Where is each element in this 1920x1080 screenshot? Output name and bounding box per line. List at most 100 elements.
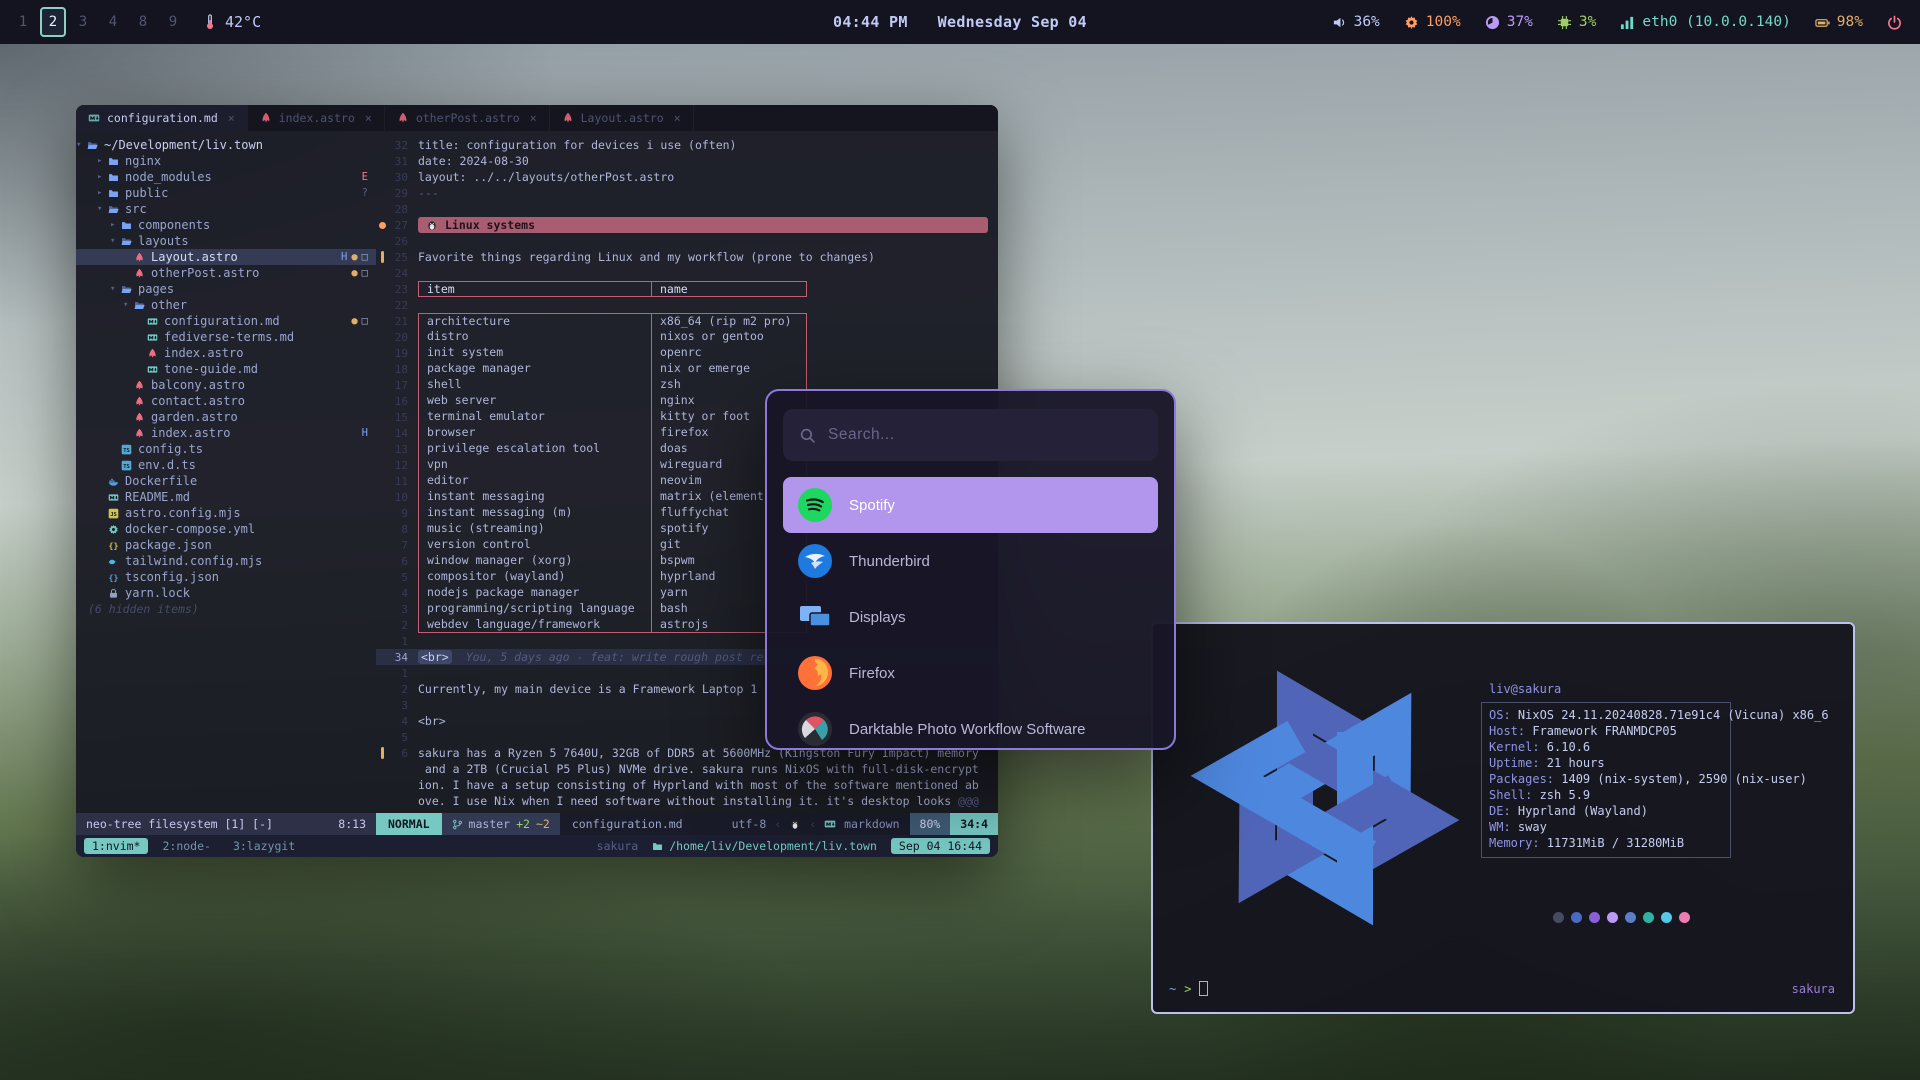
chevron-down-icon: ▾ — [110, 284, 121, 294]
workspace-9[interactable]: 9 — [160, 7, 186, 37]
tree-item-label: package.json — [125, 538, 212, 552]
launcher-item-firefox[interactable]: Firefox — [783, 645, 1158, 701]
tree-item-label: index.astro — [151, 426, 230, 440]
tree-item-badges: H●□ — [341, 251, 368, 263]
editor-line: 27Linux systems — [376, 217, 998, 233]
folder-icon — [108, 172, 119, 183]
tree-item-fediverse-terms.md[interactable]: fediverse-terms.md — [76, 329, 376, 345]
launcher-item-spotify[interactable]: Spotify — [783, 477, 1158, 533]
tree-item-otherPost.astro[interactable]: otherPost.astro●□ — [76, 265, 376, 281]
markdown-icon — [147, 332, 158, 343]
tab-index.astro[interactable]: index.astro× — [248, 105, 385, 131]
tree-item-balcony.astro[interactable]: balcony.astro — [76, 377, 376, 393]
tmux-session-name: sakura — [597, 839, 639, 853]
tree-item-Dockerfile[interactable]: Dockerfile — [76, 473, 376, 489]
gear-icon — [1404, 15, 1419, 30]
network-module[interactable]: eth0 (10.0.0.140) — [1620, 14, 1790, 30]
close-icon[interactable]: × — [365, 111, 372, 125]
tree-item-docker-compose.yml[interactable]: docker-compose.yml — [76, 521, 376, 537]
tree-item-pages[interactable]: ▾pages — [76, 281, 376, 297]
tree-item-index.astro[interactable]: index.astro — [76, 345, 376, 361]
git-changed: ~2 — [536, 817, 550, 831]
tree-item-public[interactable]: ▸public? — [76, 185, 376, 201]
tmux-window-1:nvim*[interactable]: 1:nvim* — [84, 838, 148, 854]
tmux-window-3:lazygit[interactable]: 3:lazygit — [225, 838, 303, 854]
tree-item-src[interactable]: ▾src — [76, 201, 376, 217]
workspace-1[interactable]: 1 — [10, 7, 36, 37]
tree-item-tailwind.config.mjs[interactable]: tailwind.config.mjs — [76, 553, 376, 569]
line-number: 26 — [388, 235, 418, 248]
tree-item-components[interactable]: ▸components — [76, 217, 376, 233]
tree-root[interactable]: ▾ ~/Development/liv.town — [76, 137, 376, 153]
cpu-module[interactable]: 3% — [1557, 14, 1596, 30]
power-module[interactable] — [1887, 15, 1902, 30]
tree-item-configuration.md[interactable]: configuration.md●□ — [76, 313, 376, 329]
launcher-item-thunderbird[interactable]: Thunderbird — [783, 533, 1158, 589]
workspace-8[interactable]: 8 — [130, 7, 156, 37]
tree-item-env.d.ts[interactable]: TSenv.d.ts — [76, 457, 376, 473]
tree-item-layouts[interactable]: ▾layouts — [76, 233, 376, 249]
search-input[interactable]: Search... — [783, 409, 1158, 461]
battery-module[interactable]: 98% — [1815, 14, 1863, 30]
launcher-item-label: Darktable Photo Workflow Software — [849, 721, 1086, 738]
table-row: init systemopenrc — [418, 345, 807, 361]
tree-item-yarn.lock[interactable]: yarn.lock — [76, 585, 376, 601]
close-icon[interactable]: × — [530, 111, 537, 125]
tmux-window-2:node-[interactable]: 2:node- — [154, 838, 218, 854]
editor-line: 24 — [376, 265, 998, 281]
launcher-item-darktable-photo-workflow-software[interactable]: Darktable Photo Workflow Software — [783, 701, 1158, 750]
tab-label: otherPost.astro — [416, 111, 520, 125]
tree-item-README.md[interactable]: README.md — [76, 489, 376, 505]
shell-prompt[interactable]: ~ > — [1169, 981, 1208, 996]
tree-item-nginx[interactable]: ▸nginx — [76, 153, 376, 169]
tree-item-tsconfig.json[interactable]: {}tsconfig.json — [76, 569, 376, 585]
volume-module[interactable]: 36% — [1332, 14, 1380, 30]
astro-icon — [134, 268, 145, 279]
tree-item-node_modules[interactable]: ▸node_modulesE — [76, 169, 376, 185]
tab-Layout.astro[interactable]: Layout.astro× — [550, 105, 694, 131]
close-icon[interactable]: × — [674, 111, 681, 125]
tree-item-Layout.astro[interactable]: Layout.astroH●□ — [76, 249, 376, 265]
brightness-module[interactable]: 100% — [1404, 14, 1461, 30]
separator: ‹ — [809, 817, 816, 831]
tree-item-astro.config.mjs[interactable]: JSastro.config.mjs — [76, 505, 376, 521]
memory-module[interactable]: 37% — [1485, 14, 1533, 30]
tree-item-package.json[interactable]: {} package.json — [76, 537, 376, 553]
folder-open-icon — [108, 204, 119, 215]
table-row: editorneovim — [418, 473, 807, 489]
workspace-4[interactable]: 4 — [100, 7, 126, 37]
tree-item-other[interactable]: ▾other — [76, 297, 376, 313]
launcher-item-displays[interactable]: Displays — [783, 589, 1158, 645]
tree-item-tone-guide.md[interactable]: tone-guide.md — [76, 361, 376, 377]
close-icon[interactable]: × — [228, 111, 235, 125]
tree-item-label: contact.astro — [151, 394, 245, 408]
tab-otherPost.astro[interactable]: otherPost.astro × — [385, 105, 550, 131]
folder-open-icon — [121, 236, 132, 247]
chevron-right-icon: ▸ — [97, 156, 108, 166]
table-row: terminal emulatorkitty or foot — [418, 409, 807, 425]
tab-configuration.md[interactable]: configuration.md× — [76, 105, 248, 131]
workspace-3[interactable]: 3 — [70, 7, 96, 37]
tree-item-label: otherPost.astro — [151, 266, 259, 280]
line-number: 9 — [388, 507, 418, 520]
tree-item-badges: ? — [362, 187, 368, 199]
svg-text:{}: {} — [109, 572, 119, 582]
tree-item-contact.astro[interactable]: contact.astro — [76, 393, 376, 409]
editor-line: 32title: configuration for devices i use… — [376, 137, 998, 153]
editor-line: 21architecturex86_64 (rip m2 pro) — [376, 313, 998, 329]
json-icon: {} — [108, 540, 119, 551]
editor-line: 23itemname — [376, 281, 998, 297]
tree-item-config.ts[interactable]: TSconfig.ts — [76, 441, 376, 457]
fetch-info-row: Memory: 11731MiB / 31280MiB — [1489, 836, 1829, 852]
folder-open-icon — [134, 300, 145, 311]
neotree-status-label: neo-tree filesystem [1] [-] — [86, 817, 273, 831]
tree-item-garden.astro[interactable]: garden.astro — [76, 409, 376, 425]
tree-item-label: Dockerfile — [125, 474, 197, 488]
editor-line: 19init systemopenrc — [376, 345, 998, 361]
table-row: webdev language/frameworkastrojs — [418, 617, 807, 633]
tree-item-index.astro[interactable]: index.astroH — [76, 425, 376, 441]
tree-item-label: tone-guide.md — [164, 362, 258, 376]
fetch-info-row: WM: sway — [1489, 820, 1829, 836]
fetch-info: OS: NixOS 24.11.20240828.71e91c4 (Vicuna… — [1489, 708, 1829, 852]
workspace-2[interactable]: 2 — [40, 7, 66, 37]
